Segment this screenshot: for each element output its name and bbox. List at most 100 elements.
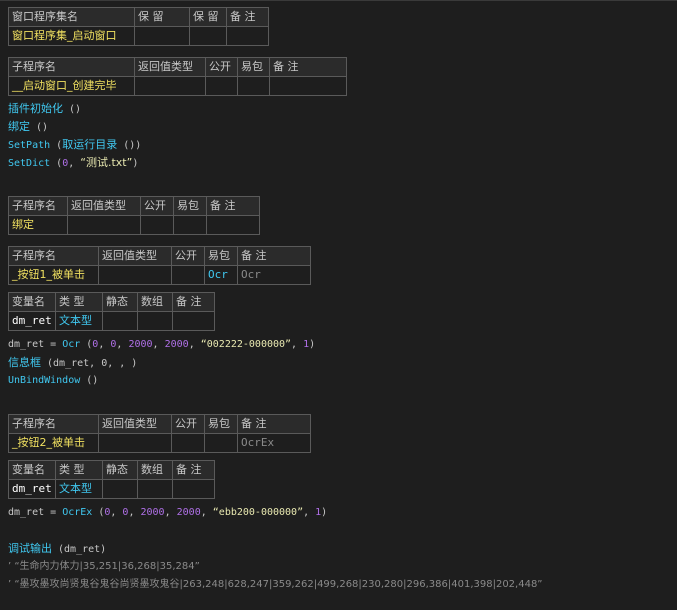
package-cell[interactable]: Ocr [204,265,238,285]
header-cell: 静态 [102,292,138,312]
table-cell[interactable] [205,76,238,96]
table-cell[interactable] [206,215,260,235]
assembly-name-cell[interactable]: 窗口程序集_启动窗口 [8,26,135,46]
code-line[interactable]: UnBindWindow () [8,373,98,389]
function-call: 调试输出 [8,542,52,555]
code-line[interactable]: 绑定 () [8,119,48,135]
table-cell[interactable] [269,76,347,96]
variable-type-cell[interactable]: 文本型 [55,479,103,499]
code-args: , [291,339,304,350]
function-call: SetPath [8,140,51,151]
table-cell[interactable] [237,76,270,96]
code-args: , [116,339,129,350]
header-cell: 子程序名 [8,196,68,216]
remark-cell[interactable]: OcrEx [237,433,311,453]
sub-name-cell[interactable]: __启动窗口_创建完毕 [8,76,135,96]
table-cell[interactable] [102,479,138,499]
code-args: , [200,507,213,518]
code-line[interactable]: SetPath (取运行目录 ()) [8,137,141,153]
table-header-row: 子程序名 返回值类型 公开 易包 备 注 [8,196,260,216]
header-cell: 备 注 [172,460,215,480]
header-cell: 返回值类型 [67,196,141,216]
table-cell[interactable] [204,433,238,453]
variable-ref: dm_ret [8,507,45,518]
number-literal: 2000 [140,507,165,518]
code-args: ) [309,339,316,350]
header-cell: 公开 [171,246,205,266]
sub-name-cell[interactable]: _按钮1_被单击 [8,265,99,285]
code-args: (dm_ret) [52,544,107,555]
code-args: , [68,158,81,169]
table-row[interactable]: dm_ret 文本型 [8,311,215,331]
sub-name-cell[interactable]: _按钮2_被单击 [8,433,99,453]
code-line[interactable]: 插件初始化 () [8,101,81,117]
operator: = [44,339,63,350]
string-literal: “测试.txt” [80,156,133,169]
header-cell: 窗口程序集名 [8,7,135,27]
table-cell[interactable] [140,215,174,235]
table-cell[interactable] [226,26,269,46]
table-cell[interactable] [98,433,172,453]
table-cell[interactable] [137,479,173,499]
table-header-row: 窗口程序集名 保 留 保 留 备 注 [8,7,269,27]
comment-line[interactable]: ’ “墨攻墨攻尚贤鬼谷鬼谷尚贤墨攻鬼谷|263,248|628,247|359,… [8,577,543,593]
table-cell[interactable] [171,433,205,453]
table-header-row: 子程序名 返回值类型 公开 易包 备 注 [8,57,347,77]
code-args: , [128,507,141,518]
code-args: ( [50,158,63,169]
table-cell[interactable] [189,26,227,46]
variable-type-cell[interactable]: 文本型 [55,311,103,331]
table-row[interactable]: __启动窗口_创建完毕 [8,76,347,96]
header-cell: 保 留 [189,7,227,27]
table-row[interactable]: _按钮1_被单击 Ocr Ocr [8,265,311,285]
code-args: , [188,339,201,350]
function-call: UnBindWindow [8,375,81,386]
header-cell: 返回值类型 [134,57,206,77]
header-cell: 备 注 [226,7,269,27]
code-args: , [110,507,123,518]
code-line[interactable]: SetDict (0, “测试.txt”) [8,155,138,171]
table-row[interactable]: 绑定 [8,215,260,235]
number-literal: 2000 [164,339,189,350]
table-cell[interactable] [172,311,215,331]
sub-name-cell[interactable]: 绑定 [8,215,68,235]
code-line[interactable]: dm_ret = OcrEx (0, 0, 2000, 2000, “ebb20… [8,505,327,521]
operator: = [44,507,63,518]
header-cell: 备 注 [206,196,260,216]
table-row[interactable]: _按钮2_被单击 OcrEx [8,433,311,453]
header-cell: 静态 [102,460,138,480]
table-cell[interactable] [171,265,205,285]
table-row[interactable]: 窗口程序集_启动窗口 [8,26,269,46]
code-args: ) [321,507,328,518]
header-cell: 保 留 [134,7,190,27]
code-line[interactable]: 信息框 (dm_ret, 0, , ) [8,355,137,371]
sub-table-button2: 子程序名 返回值类型 公开 易包 备 注 _按钮2_被单击 OcrEx [8,414,311,453]
variable-name-cell[interactable]: dm_ret [8,479,56,499]
remark-cell[interactable]: Ocr [237,265,311,285]
header-cell: 子程序名 [8,57,135,77]
table-cell[interactable] [134,26,190,46]
header-cell: 公开 [171,414,205,434]
table-cell[interactable] [67,215,141,235]
header-cell: 返回值类型 [98,414,172,434]
header-cell: 数组 [137,460,173,480]
table-row[interactable]: dm_ret 文本型 [8,479,215,499]
table-cell[interactable] [134,76,206,96]
code-args: ( [92,507,105,518]
table-cell[interactable] [137,311,173,331]
table-cell[interactable] [173,215,207,235]
string-literal: “ebb200-000000” [212,507,304,518]
table-cell[interactable] [172,479,215,499]
table-cell[interactable] [102,311,138,331]
variable-name-cell[interactable]: dm_ret [8,311,56,331]
header-cell: 备 注 [269,57,347,77]
table-cell[interactable] [98,265,172,285]
code-line[interactable]: 调试输出 (dm_ret) [8,541,106,557]
code-args: () [80,375,99,386]
code-args: (dm_ret, 0, , ) [41,358,138,369]
code-line[interactable]: dm_ret = Ocr (0, 0, 2000, 2000, “002222-… [8,337,315,353]
header-cell: 易包 [173,196,207,216]
header-cell: 易包 [237,57,270,77]
header-cell: 返回值类型 [98,246,172,266]
comment-line[interactable]: ’ “生命内力体力|35,251|36,268|35,284” [8,559,200,575]
